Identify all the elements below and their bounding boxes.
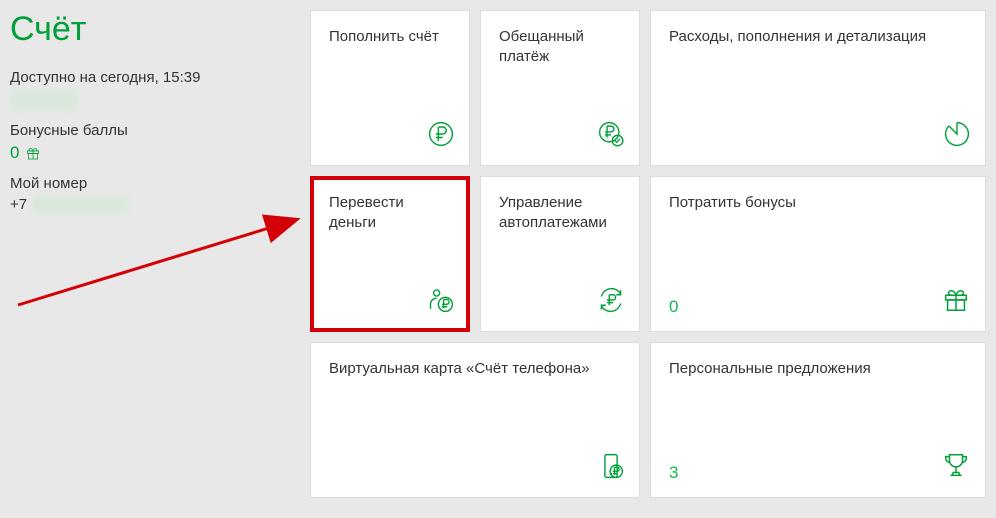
page-title: Счёт <box>10 10 300 49</box>
tile-spend-bonus[interactable]: Потратить бонусы 0 <box>650 176 986 332</box>
tile-title: Перевести деньги <box>329 193 453 234</box>
ruble-icon <box>427 120 455 153</box>
gift-icon <box>941 284 971 319</box>
tile-title: Расходы, пополнения и детализация <box>669 27 969 47</box>
trophy-icon <box>941 450 971 485</box>
tile-autopay[interactable]: Управление автоплатежами <box>480 176 640 332</box>
phone-prefix: +7 <box>10 196 27 213</box>
tile-title: Пополнить счёт <box>329 27 453 47</box>
tiles-grid: Пополнить счёт Обещанный платёж Расходы,… <box>310 0 996 518</box>
pie-chart-icon <box>943 120 971 153</box>
bonus-value: 0 <box>10 143 19 163</box>
account-sidebar: Счёт Доступно на сегодня, 15:39 0000,00 … <box>0 0 310 518</box>
tile-title: Управление автоплатежами <box>499 193 623 234</box>
bonus-label: Бонусные баллы <box>10 122 300 139</box>
autopay-icon <box>597 286 625 319</box>
tile-title: Виртуальная карта «Счёт телефона» <box>329 359 623 379</box>
tile-title: Обещанный платёж <box>499 27 623 68</box>
tile-value: 0 <box>669 297 678 317</box>
tile-title: Потратить бонусы <box>669 193 969 213</box>
tile-virtual-card[interactable]: Виртуальная карта «Счёт телефона» <box>310 342 640 498</box>
transfer-icon <box>427 286 455 319</box>
gift-icon <box>25 145 41 161</box>
phone-label: Мой номер <box>10 175 300 192</box>
tile-transfer[interactable]: Перевести деньги <box>310 176 470 332</box>
available-label: Доступно на сегодня, 15:39 <box>10 69 300 86</box>
tile-offers[interactable]: Персональные предложения 3 <box>650 342 986 498</box>
phone-block: Мой номер +7 000 000 0000 <box>10 175 300 214</box>
tile-topup[interactable]: Пополнить счёт <box>310 10 470 166</box>
tile-title: Персональные предложения <box>669 359 969 379</box>
available-value: 0000,00 ₽ <box>10 90 78 110</box>
tile-value: 3 <box>669 463 678 483</box>
phone-card-icon <box>597 452 625 485</box>
bonus-block: Бонусные баллы 0 <box>10 122 300 163</box>
tile-promised-payment[interactable]: Обещанный платёж <box>480 10 640 166</box>
ruble-check-icon <box>597 120 625 153</box>
tile-details[interactable]: Расходы, пополнения и детализация <box>650 10 986 166</box>
available-block: Доступно на сегодня, 15:39 0000,00 ₽ <box>10 69 300 110</box>
phone-tail: 000 000 0000 <box>33 196 129 213</box>
